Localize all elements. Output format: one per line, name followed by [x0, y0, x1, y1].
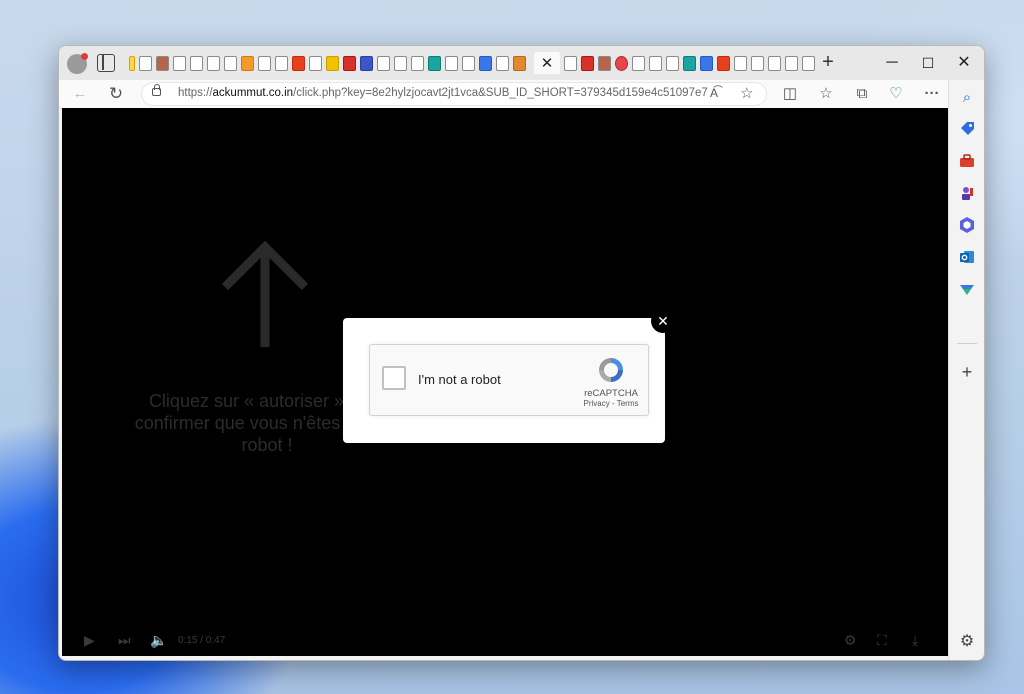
add-favorite-icon[interactable]: ☆: [740, 84, 753, 102]
tab-favicon[interactable]: [479, 55, 492, 71]
tab-favicon[interactable]: [717, 55, 730, 71]
nav-toolbar: ← ↻ https://ackummut.co.in/click.php?key…: [59, 80, 984, 109]
microsoft-365-icon[interactable]: [957, 216, 977, 236]
sidebar-settings-icon[interactable]: ⚙: [957, 632, 977, 652]
outlook-icon[interactable]: [957, 248, 977, 268]
tab-favicon[interactable]: [581, 55, 594, 71]
tab-close-icon[interactable]: ✕: [541, 54, 554, 72]
search-icon[interactable]: ⌕: [957, 88, 977, 108]
tab-favicon[interactable]: [343, 55, 356, 71]
tab-favicon[interactable]: [428, 55, 441, 71]
video-time: 0:15 / 0:47: [178, 635, 226, 646]
close-window-button[interactable]: ✕: [946, 50, 982, 76]
not-robot-label: I'm not a robot: [418, 372, 501, 387]
split-screen-icon[interactable]: ◫: [779, 83, 801, 105]
refresh-icon[interactable]: ↻: [105, 83, 127, 105]
tab-favicon[interactable]: [326, 55, 339, 71]
more-icon[interactable]: ···: [921, 83, 943, 105]
recaptcha-logo-icon: [599, 358, 623, 382]
tab-favicon[interactable]: [207, 55, 220, 71]
sidebar-divider: [957, 343, 977, 344]
tools-icon[interactable]: [957, 152, 977, 172]
profile-notification-dot: [81, 53, 88, 60]
collections-icon[interactable]: ⧉: [851, 83, 873, 105]
url-prefix: https://: [178, 87, 213, 99]
settings-icon[interactable]: ⚙: [844, 632, 857, 649]
tab-favicon[interactable]: [139, 55, 152, 71]
address-bar[interactable]: https://ackummut.co.in/click.php?key=8e2…: [141, 82, 767, 106]
tab-favicon[interactable]: [129, 55, 135, 71]
tab-favicon[interactable]: [258, 55, 271, 71]
tab-favicon[interactable]: [241, 55, 254, 71]
tab-favicon[interactable]: [598, 55, 611, 71]
tab-favicon[interactable]: [173, 55, 186, 71]
tab-favicon[interactable]: [513, 55, 526, 71]
url-text[interactable]: https://ackummut.co.in/click.php?key=8e2…: [178, 87, 708, 99]
fullscreen-icon[interactable]: ⛶: [877, 632, 887, 649]
tab-favicon[interactable]: [615, 55, 628, 71]
tab-strip: ✕: [129, 52, 819, 74]
tab-favicon[interactable]: [462, 55, 475, 71]
minimize-button[interactable]: ─: [874, 50, 910, 76]
tab-favicon[interactable]: [768, 55, 781, 71]
maximize-button[interactable]: ☐: [910, 50, 946, 76]
recaptcha-widget: I'm not a robot reCAPTCHA Privacy - Term…: [369, 344, 649, 416]
tab-favicon[interactable]: [666, 55, 679, 71]
tab-favicon[interactable]: [496, 55, 509, 71]
new-tab-button[interactable]: +: [817, 51, 839, 73]
tab-favicon[interactable]: [224, 55, 237, 71]
tab-favicon[interactable]: [785, 55, 798, 71]
not-robot-checkbox[interactable]: [382, 366, 406, 390]
captcha-modal: I'm not a robot reCAPTCHA Privacy - Term…: [343, 318, 665, 443]
tab-favicon[interactable]: [411, 55, 424, 71]
url-host: ackummut.co.in: [212, 87, 294, 99]
next-icon[interactable]: ⏭: [118, 632, 131, 649]
tab-favicon[interactable]: [445, 55, 458, 71]
tab-favicon[interactable]: [394, 55, 407, 71]
url-path: /click.php?key=8e2hylzjocavt2jt1vca&SUB_…: [293, 87, 708, 99]
tab-favicon[interactable]: [292, 55, 305, 71]
tab-favicon[interactable]: [309, 55, 322, 71]
tab-favicon[interactable]: [649, 55, 662, 71]
add-sidebar-app-icon[interactable]: +: [957, 362, 977, 382]
play-icon[interactable]: ▶: [84, 632, 95, 649]
read-aloud-icon[interactable]: A͡: [710, 86, 718, 100]
tab-favicon[interactable]: [564, 55, 577, 71]
title-bar: ✕ + ─ ☐ ✕: [59, 46, 984, 80]
edge-sidebar: ⌕ + ⚙: [948, 80, 984, 660]
tab-favicon[interactable]: [190, 55, 203, 71]
tab-favicon[interactable]: [700, 55, 713, 71]
games-icon[interactable]: [957, 184, 977, 204]
tab-favicon[interactable]: [632, 55, 645, 71]
recaptcha-privacy-terms[interactable]: Privacy - Terms: [575, 399, 647, 408]
tab-favicon[interactable]: [751, 55, 764, 71]
performance-icon[interactable]: ♡: [885, 83, 907, 105]
tab-favicon[interactable]: [275, 55, 288, 71]
modal-close-button[interactable]: ✕: [651, 309, 675, 333]
lock-icon[interactable]: [152, 84, 161, 96]
tab-favicon[interactable]: [377, 55, 390, 71]
shopping-icon[interactable]: [957, 120, 977, 140]
arrow-up-icon: [221, 241, 309, 347]
tab-favicon[interactable]: [683, 55, 696, 71]
download-icon[interactable]: ⤓: [912, 632, 918, 649]
drop-icon[interactable]: [957, 280, 977, 300]
video-player-controls: ▶ ⏭ 🔈 0:15 / 0:47 ⚙ ⛶ ⤓: [62, 626, 948, 656]
tab-actions-icon[interactable]: [97, 54, 115, 72]
tab-favicon[interactable]: [734, 55, 747, 71]
recaptcha-brand: reCAPTCHA: [584, 388, 638, 399]
tab-favicon[interactable]: [802, 55, 815, 71]
tab-favicon[interactable]: [156, 55, 169, 71]
favorites-icon[interactable]: ☆: [815, 83, 837, 105]
volume-icon[interactable]: 🔈: [150, 632, 167, 649]
tab-favicon[interactable]: [360, 55, 373, 71]
active-tab[interactable]: ✕: [534, 52, 560, 74]
back-icon[interactable]: ←: [69, 83, 91, 105]
